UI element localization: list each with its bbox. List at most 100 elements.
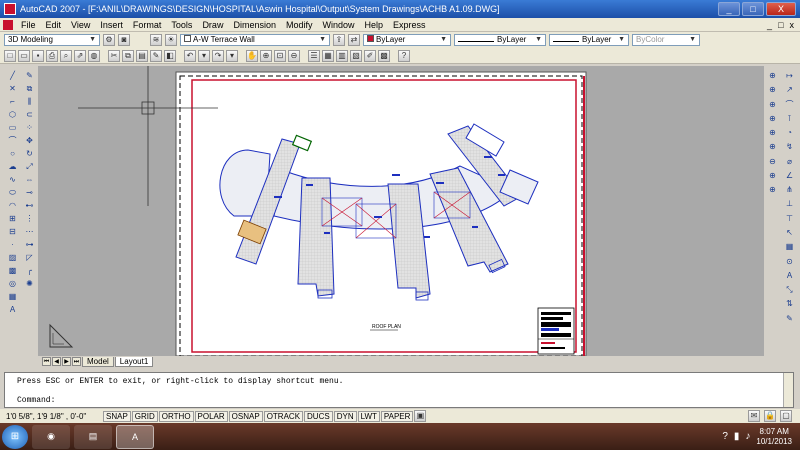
stretch-icon[interactable]: ⇔: [23, 174, 36, 185]
aligned-dimension-icon[interactable]: ↗: [783, 84, 796, 95]
ellipse-icon[interactable]: ⬭: [6, 187, 19, 198]
zoom-out-icon[interactable]: ⊖: [766, 156, 779, 167]
offset-icon[interactable]: ⊂: [23, 109, 36, 120]
make-block-icon[interactable]: ⊟: [6, 226, 19, 237]
gradient-icon[interactable]: ▩: [6, 265, 19, 276]
undo-dropdown-icon[interactable]: ▾: [198, 49, 210, 62]
save-icon[interactable]: ▪: [32, 49, 44, 62]
doc-minimize-button[interactable]: _: [767, 20, 772, 30]
firefox-taskbar-button[interactable]: ◉: [32, 424, 70, 449]
angular-dimension-icon[interactable]: ∠: [783, 170, 796, 181]
zoom-previous-icon[interactable]: ⊖: [288, 49, 300, 62]
close-button[interactable]: X: [766, 2, 796, 16]
ellipse-arc-icon[interactable]: ◠: [6, 200, 19, 211]
explorer-taskbar-button[interactable]: ▤: [74, 424, 112, 449]
break-at-point-icon[interactable]: ⋮: [23, 213, 36, 224]
workspace-select[interactable]: 3D Modeling ▼: [4, 34, 100, 46]
polygon-icon[interactable]: ⬡: [6, 109, 19, 120]
menu-window[interactable]: Window: [318, 20, 360, 30]
plotstyle-select[interactable]: ByColor ▼: [632, 34, 700, 46]
menu-express[interactable]: Express: [388, 20, 431, 30]
clock[interactable]: 8:07 AM 10/1/2013: [756, 427, 792, 447]
dimension-style-icon[interactable]: ✎: [783, 313, 796, 324]
zoom-object-icon[interactable]: ⊕: [766, 127, 779, 138]
linear-dimension-icon[interactable]: ↦: [783, 70, 796, 81]
tool-palettes-icon[interactable]: ▥: [336, 49, 348, 62]
autocad-taskbar-button[interactable]: A: [116, 424, 154, 449]
block-editor-icon[interactable]: ◧: [164, 49, 176, 62]
properties-icon[interactable]: ☰: [308, 49, 320, 62]
construction-line-icon[interactable]: ✕: [6, 83, 19, 94]
copy-icon[interactable]: ⧉: [122, 49, 134, 62]
zoom-window-icon[interactable]: ⊕: [766, 70, 779, 81]
ordinate-dimension-icon[interactable]: ⊺: [783, 113, 796, 124]
ortho-toggle[interactable]: ORTHO: [158, 410, 194, 422]
match-properties-icon[interactable]: ✎: [150, 49, 162, 62]
help-icon[interactable]: ?: [722, 431, 728, 442]
communication-center-icon[interactable]: ✉: [748, 410, 760, 422]
first-tab-icon[interactable]: ⏮: [42, 357, 51, 366]
chamfer-icon[interactable]: ◸: [23, 252, 36, 263]
command-prompt[interactable]: Command:: [17, 396, 55, 405]
dimension-edit-icon[interactable]: A: [783, 270, 796, 281]
arc-icon[interactable]: ⌒: [6, 135, 19, 146]
publish-icon[interactable]: ⇗: [74, 49, 86, 62]
redo-icon[interactable]: ↷: [212, 49, 224, 62]
menu-help[interactable]: Help: [360, 20, 389, 30]
move-icon[interactable]: ✥: [23, 135, 36, 146]
spline-icon[interactable]: ∿: [6, 174, 19, 185]
otrack-toggle[interactable]: OTRACK: [263, 410, 304, 422]
layer-previous-icon[interactable]: ⇄: [348, 34, 360, 46]
zoom-scale-icon[interactable]: ⊕: [766, 99, 779, 110]
menu-modify[interactable]: Modify: [281, 20, 318, 30]
zoom-center-icon[interactable]: ⊕: [766, 113, 779, 124]
grid-toggle[interactable]: GRID: [131, 410, 158, 422]
doc-restore-button[interactable]: □: [778, 20, 783, 30]
continue-dimension-icon[interactable]: ⊤: [783, 213, 796, 224]
command-scrollbar[interactable]: [783, 373, 793, 407]
linetype-select[interactable]: ByLayer ▼: [454, 34, 546, 46]
lwt-toggle[interactable]: LWT: [357, 410, 380, 422]
prev-tab-icon[interactable]: ◀: [52, 357, 61, 366]
drawing-svg[interactable]: ROOF PLAN: [38, 66, 764, 356]
quickcalc-icon[interactable]: ▩: [378, 49, 390, 62]
radius-dimension-icon[interactable]: ◔: [783, 127, 796, 138]
open-file-icon[interactable]: ▭: [18, 49, 30, 62]
coordinate-readout[interactable]: 1'0 5/8", 1'9 1/8" , 0'-0": [6, 412, 102, 421]
insert-block-icon[interactable]: ⊞: [6, 213, 19, 224]
erase-icon[interactable]: ✎: [23, 70, 36, 81]
menu-file[interactable]: File: [16, 20, 41, 30]
rectangle-icon[interactable]: ▭: [6, 122, 19, 133]
pan-icon[interactable]: ✋: [246, 49, 258, 62]
drawing-area[interactable]: ROOF PLAN: [38, 66, 764, 356]
polyline-icon[interactable]: ⌐: [6, 96, 19, 107]
bulb-icon[interactable]: ☀: [165, 34, 177, 46]
document-icon[interactable]: [3, 19, 13, 30]
dimension-text-edit-icon[interactable]: ⤡: [783, 284, 796, 295]
dyn-toggle[interactable]: DYN: [333, 410, 357, 422]
tab-model[interactable]: Model: [82, 356, 114, 367]
menu-dimension[interactable]: Dimension: [228, 20, 281, 30]
markup-icon[interactable]: ✐: [364, 49, 376, 62]
fillet-icon[interactable]: ╭: [23, 265, 36, 276]
print-preview-icon[interactable]: ⌕: [60, 49, 72, 62]
paste-icon[interactable]: ▤: [136, 49, 148, 62]
diameter-dimension-icon[interactable]: ⌀: [783, 156, 796, 167]
join-icon[interactable]: ⊶: [23, 239, 36, 250]
quick-dimension-icon[interactable]: ⋔: [783, 184, 796, 195]
hatch-icon[interactable]: ▨: [6, 252, 19, 263]
cut-icon[interactable]: ✂: [108, 49, 120, 62]
camera-icon[interactable]: ◙: [118, 34, 130, 46]
line-icon[interactable]: ╱: [6, 70, 19, 81]
ducs-toggle[interactable]: DUCS: [304, 410, 333, 422]
menu-insert[interactable]: Insert: [95, 20, 128, 30]
lineweight-select[interactable]: ByLayer ▼: [549, 34, 629, 46]
point-icon[interactable]: ·: [6, 239, 19, 250]
layer-manager-icon[interactable]: ≋: [150, 34, 162, 46]
new-file-icon[interactable]: □: [4, 49, 16, 62]
circle-icon[interactable]: ○: [6, 148, 19, 159]
paper-toggle[interactable]: PAPER: [380, 410, 414, 422]
network-icon[interactable]: ▮: [734, 431, 740, 442]
sheet-set-icon[interactable]: ▧: [350, 49, 362, 62]
menu-draw[interactable]: Draw: [197, 20, 228, 30]
